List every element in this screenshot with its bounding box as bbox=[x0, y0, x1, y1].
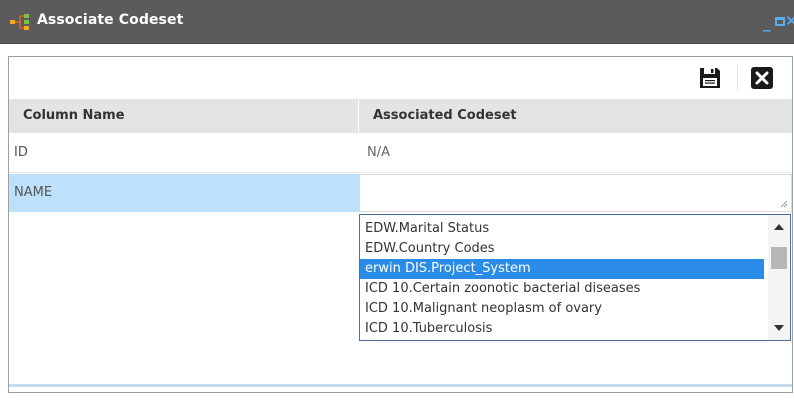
codeset-input[interactable] bbox=[359, 174, 792, 212]
dropdown-option[interactable]: EDW.Marital Status bbox=[360, 219, 764, 239]
dropdown-scrollbar[interactable] bbox=[768, 215, 790, 340]
window-close-button[interactable]: ✕ bbox=[785, 12, 794, 30]
maximize-button[interactable] bbox=[775, 17, 785, 26]
scroll-up-arrow-icon[interactable] bbox=[774, 224, 784, 230]
codeset-panel: Column Name Associated Codeset ID N/A NA… bbox=[8, 56, 793, 393]
dropdown-option[interactable]: ICD 10.Malignant neoplasm of ovary bbox=[360, 299, 764, 319]
cell-text: N/A bbox=[367, 145, 390, 160]
close-icon[interactable] bbox=[750, 66, 774, 90]
table-row-selected[interactable]: NAME bbox=[9, 174, 792, 212]
codeset-cell[interactable]: N/A bbox=[359, 133, 792, 172]
column-header-label: Column Name bbox=[23, 108, 125, 123]
minimize-button[interactable]: _ bbox=[763, 14, 771, 32]
dropdown-option[interactable]: ICD 10.Tuberculosis bbox=[360, 319, 764, 339]
window-title: Associate Codeset bbox=[37, 12, 184, 28]
scroll-down-arrow-icon[interactable] bbox=[774, 325, 784, 331]
codeset-tree-icon bbox=[10, 14, 29, 30]
title-bar[interactable]: Associate Codeset _ ✕ bbox=[0, 0, 794, 44]
table-row[interactable]: ID N/A bbox=[9, 133, 792, 173]
codeset-dropdown-list[interactable]: EDW.Marital Status EDW.Country Codes erw… bbox=[359, 214, 791, 341]
cell-text: ID bbox=[14, 145, 28, 160]
scrollbar-thumb[interactable] bbox=[771, 247, 787, 269]
dropdown-option[interactable]: ICD 10.Certain zoonotic bacterial diseas… bbox=[360, 279, 764, 299]
column-header-label: Associated Codeset bbox=[373, 108, 517, 123]
toolbar bbox=[9, 57, 792, 99]
column-name-cell: ID bbox=[9, 133, 359, 172]
resize-grip-icon[interactable] bbox=[780, 200, 788, 208]
save-icon[interactable] bbox=[698, 66, 722, 90]
dropdown-option-selected[interactable]: erwin DIS.Project_System bbox=[360, 259, 764, 279]
panel-footer-divider bbox=[9, 384, 792, 387]
column-name-cell: NAME bbox=[9, 174, 359, 212]
column-header-associated-codeset[interactable]: Associated Codeset bbox=[359, 99, 792, 133]
cell-text: NAME bbox=[14, 185, 53, 200]
dropdown-option[interactable]: EDW.Country Codes bbox=[360, 239, 764, 259]
column-header-column-name[interactable]: Column Name bbox=[9, 99, 359, 133]
associate-codeset-window: Associate Codeset _ ✕ Column Name Associ… bbox=[0, 0, 794, 402]
toolbar-separator bbox=[737, 65, 738, 91]
